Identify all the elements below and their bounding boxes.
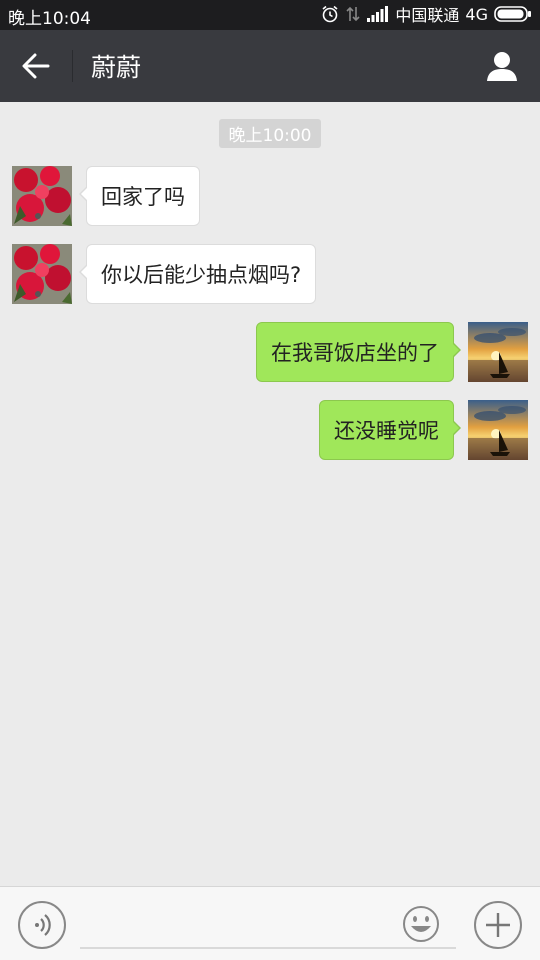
sent-message-bubble[interactable]: 还没睡觉呢 [319,400,461,460]
message-row: 你以后能少抽点烟吗? [0,244,540,304]
contact-avatar[interactable] [12,244,72,304]
header-divider [72,50,73,82]
person-icon [487,52,517,81]
chat-title: 蔚蔚 [91,53,142,82]
status-bar: 晚上10:04 中国联通 4G [0,0,540,30]
my-avatar[interactable] [468,322,528,382]
voice-button[interactable] [18,901,66,949]
chat-header: 蔚蔚 [0,30,540,102]
contact-profile-button[interactable] [480,44,524,88]
plus-button[interactable] [474,901,522,949]
sunset-boat-avatar [468,400,528,460]
my-avatar[interactable] [468,400,528,460]
back-button[interactable] [10,44,62,88]
signal-icon [367,6,389,22]
plus-icon [486,913,510,937]
carrier-label: 中国联通 [395,6,460,25]
message-timestamp: 晚上10:00 [219,119,321,148]
red-flower-avatar [12,244,72,304]
received-message-bubble[interactable]: 回家了吗 [79,166,200,226]
message-row: 回家了吗 [0,166,540,226]
sunset-boat-avatar [468,322,528,382]
status-time: 晚上10:04 [8,9,91,29]
emoji-icon [403,906,439,942]
red-flower-avatar [12,166,72,226]
status-icons: 中国联通 4G [321,4,532,25]
battery-icon [494,6,531,22]
back-arrow-icon [22,53,50,79]
data-arrows-icon [346,6,360,22]
received-message-bubble[interactable]: 你以后能少抽点烟吗? [78,244,317,304]
message-input[interactable] [80,901,456,949]
sent-message-bubble[interactable]: 在我哥饭店坐的了 [256,322,461,382]
message-row: 在我哥饭店坐的了 [0,322,540,382]
contact-avatar[interactable] [12,166,72,226]
network-type: 4G [465,4,488,24]
voice-icon [35,914,51,936]
alarm-icon [322,5,338,23]
input-bar [0,886,540,960]
emoji-button[interactable] [402,905,440,943]
message-row: 还没睡觉呢 [0,400,540,460]
